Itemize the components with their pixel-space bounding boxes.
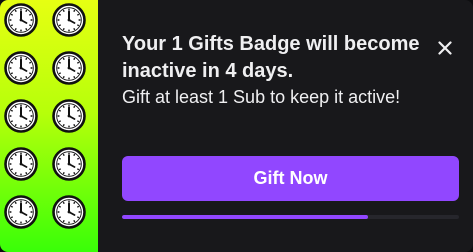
close-icon — [438, 41, 452, 55]
gift-badge-artwork — [0, 0, 98, 252]
clock-icon — [52, 99, 86, 133]
notification-body: Gift at least 1 Sub to keep it active! — [122, 87, 401, 107]
expiry-progress-fill — [122, 215, 368, 219]
clock-icon — [4, 195, 38, 229]
close-button[interactable] — [427, 30, 463, 66]
notification-content: Your 1 Gifts Badge will become inactive … — [122, 0, 473, 252]
expiry-progress-bar — [122, 215, 459, 219]
clock-icon — [52, 147, 86, 181]
clock-icon — [4, 147, 38, 181]
clock-icon — [4, 99, 38, 133]
clock-icon — [52, 3, 86, 37]
clock-icon — [52, 195, 86, 229]
gift-now-button[interactable]: Gift Now — [122, 156, 459, 201]
notification-title: Your 1 Gifts Badge will become inactive … — [122, 33, 420, 82]
clock-icon — [4, 3, 38, 37]
gift-badge-notification: Your 1 Gifts Badge will become inactive … — [0, 0, 473, 252]
clock-icon — [52, 51, 86, 85]
clock-icon — [4, 51, 38, 85]
